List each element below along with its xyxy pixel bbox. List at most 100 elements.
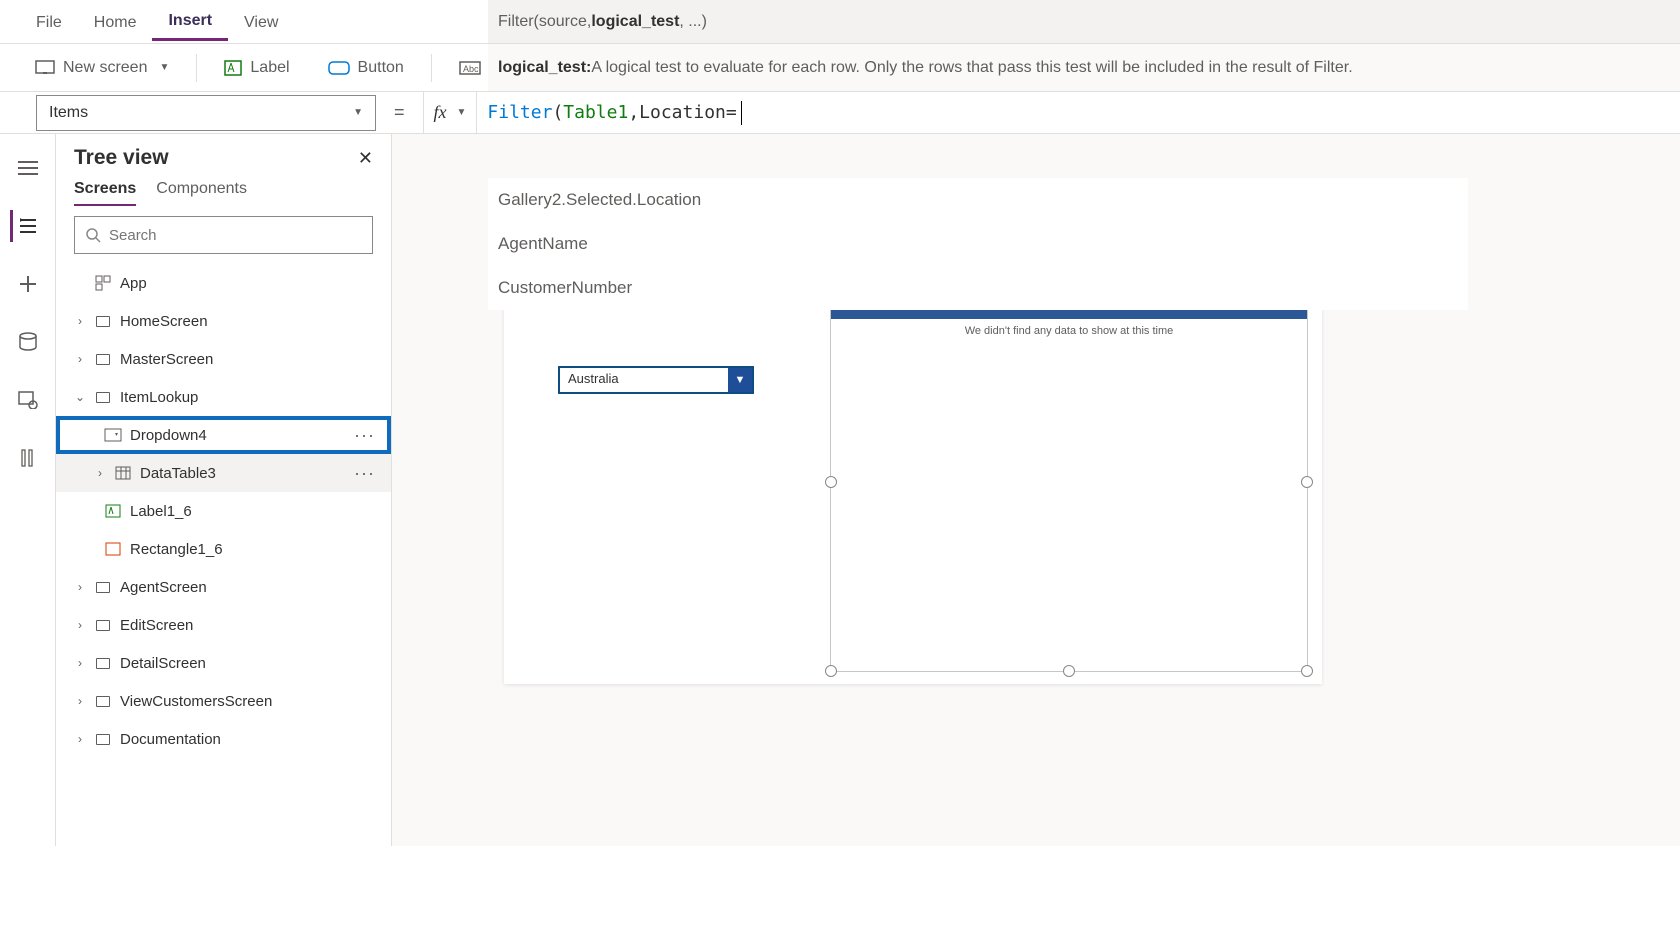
chevron-right-icon[interactable]: › <box>74 656 86 670</box>
new-screen-button[interactable]: New screen ▼ <box>20 52 184 84</box>
intellisense-item[interactable]: AgentName <box>488 222 1468 266</box>
screen-icon <box>94 350 112 368</box>
dropdown-control[interactable]: Australia ▼ <box>558 366 754 394</box>
tree-node-dropdown4[interactable]: Dropdown4 ··· <box>56 416 391 454</box>
add-icon[interactable] <box>12 268 44 300</box>
more-icon[interactable]: ··· <box>346 425 383 446</box>
chevron-right-icon[interactable]: › <box>94 466 106 480</box>
text-input-icon: Abc <box>459 61 481 75</box>
property-selector[interactable]: Items ▼ <box>36 95 376 131</box>
chevron-right-icon[interactable]: › <box>74 732 86 746</box>
chevron-right-icon[interactable]: › <box>74 694 86 708</box>
tab-screens[interactable]: Screens <box>74 180 136 206</box>
formula-bar: Items ▼ = fx ▼ Filter ( Table1 , Locatio… <box>0 92 1680 134</box>
signature-help: Filter(source, logical_test , ...) <box>488 0 1680 44</box>
chevron-down-icon: ▼ <box>353 107 363 118</box>
more-icon[interactable]: ··· <box>346 463 383 484</box>
tree-node-label: Label1_6 <box>130 503 192 520</box>
insert-label-button[interactable]: Label <box>209 52 304 84</box>
table-icon <box>114 464 132 482</box>
selection-handle[interactable] <box>1301 665 1313 677</box>
screen-icon <box>94 312 112 330</box>
tree-node-agentscreen[interactable]: › AgentScreen <box>56 568 391 606</box>
label-icon <box>104 502 122 520</box>
chevron-right-icon[interactable]: › <box>74 314 86 328</box>
formula-token-function: Filter <box>487 102 552 123</box>
tree-node-datatable3[interactable]: › DataTable3 ··· <box>56 454 391 492</box>
left-rail <box>0 134 56 846</box>
ribbon-separator <box>431 54 432 82</box>
hamburger-icon[interactable] <box>12 152 44 184</box>
tree-node-label: DetailScreen <box>120 655 206 672</box>
tree-title: Tree view <box>74 146 169 170</box>
menu-insert[interactable]: Insert <box>152 2 228 41</box>
insert-label-text: Label <box>250 59 289 77</box>
chevron-right-icon[interactable]: › <box>74 580 86 594</box>
tree-list: App › HomeScreen › MasterScreen ⌄ ItemLo… <box>56 264 391 758</box>
data-icon[interactable] <box>12 326 44 358</box>
dropdown-icon <box>104 426 122 444</box>
chevron-down-icon: ▼ <box>457 107 467 118</box>
tree-search[interactable] <box>74 216 373 254</box>
menu-home[interactable]: Home <box>78 4 153 40</box>
menu-view[interactable]: View <box>228 4 294 40</box>
tree-node-editscreen[interactable]: › EditScreen <box>56 606 391 644</box>
selection-handle[interactable] <box>1301 476 1313 488</box>
selection-handle[interactable] <box>1063 665 1075 677</box>
screen-icon <box>94 388 112 406</box>
formula-token-operator: = <box>726 102 737 123</box>
tab-components[interactable]: Components <box>156 180 247 206</box>
tree-node-app[interactable]: App <box>56 264 391 302</box>
chevron-right-icon[interactable]: › <box>74 352 86 366</box>
tree-view-icon[interactable] <box>10 210 42 242</box>
signature-suffix: , ...) <box>679 13 707 31</box>
tree-node-detailscreen[interactable]: › DetailScreen <box>56 644 391 682</box>
selection-handle[interactable] <box>825 476 837 488</box>
tree-node-documentation[interactable]: › Documentation <box>56 720 391 758</box>
search-input[interactable] <box>109 227 362 244</box>
screen-icon <box>94 692 112 710</box>
tree-node-label: HomeScreen <box>120 313 208 330</box>
screen-icon <box>94 654 112 672</box>
chevron-down-icon: ▼ <box>159 62 169 73</box>
property-selector-value: Items <box>49 104 88 122</box>
tree-node-label1-6[interactable]: Label1_6 <box>56 492 391 530</box>
tree-node-label: DataTable3 <box>140 465 216 482</box>
media-icon[interactable] <box>12 384 44 416</box>
signature-param: logical_test <box>591 13 679 31</box>
formula-input[interactable]: Filter ( Table1 , Location = <box>477 92 1680 133</box>
tree-node-masterscreen[interactable]: › MasterScreen <box>56 340 391 378</box>
table-empty-message: We didn't find any data to show at this … <box>831 319 1307 343</box>
screen-icon <box>35 60 55 76</box>
intellisense-item[interactable]: Gallery2.Selected.Location <box>488 178 1468 222</box>
screen-icon <box>94 616 112 634</box>
tree-node-label: MasterScreen <box>120 351 213 368</box>
dropdown-value: Australia <box>560 368 728 392</box>
tree-node-rectangle1-6[interactable]: Rectangle1_6 <box>56 530 391 568</box>
tools-icon[interactable] <box>12 442 44 474</box>
insert-button-button[interactable]: Button <box>313 52 419 84</box>
fx-button[interactable]: fx ▼ <box>423 92 478 133</box>
formula-token-comma: , <box>628 102 639 123</box>
screen-icon <box>94 578 112 596</box>
tree-node-label: Documentation <box>120 731 221 748</box>
tree-node-label: EditScreen <box>120 617 193 634</box>
tree-node-label: ItemLookup <box>120 389 198 406</box>
menu-file[interactable]: File <box>20 4 78 40</box>
search-icon <box>85 227 101 243</box>
data-table[interactable]: ✕ FirstName ✕ LastName ✕ Location ✕ VIPL… <box>830 292 1308 672</box>
selection-handle[interactable] <box>825 665 837 677</box>
tree-node-viewcustomersscreen[interactable]: › ViewCustomersScreen <box>56 682 391 720</box>
rectangle-icon <box>104 540 122 558</box>
chevron-right-icon[interactable]: › <box>74 618 86 632</box>
ribbon-separator <box>196 54 197 82</box>
chevron-down-icon[interactable]: ⌄ <box>74 390 86 404</box>
tree-node-label: ViewCustomersScreen <box>120 693 272 710</box>
tree-node-homescreen[interactable]: › HomeScreen <box>56 302 391 340</box>
chevron-down-icon[interactable]: ▼ <box>728 368 752 392</box>
intellisense-item[interactable]: CustomerNumber <box>488 266 1468 310</box>
app-icon <box>94 274 112 292</box>
close-icon[interactable]: ✕ <box>358 148 373 169</box>
fx-icon: fx <box>434 102 447 123</box>
tree-node-itemlookup[interactable]: ⌄ ItemLookup <box>56 378 391 416</box>
